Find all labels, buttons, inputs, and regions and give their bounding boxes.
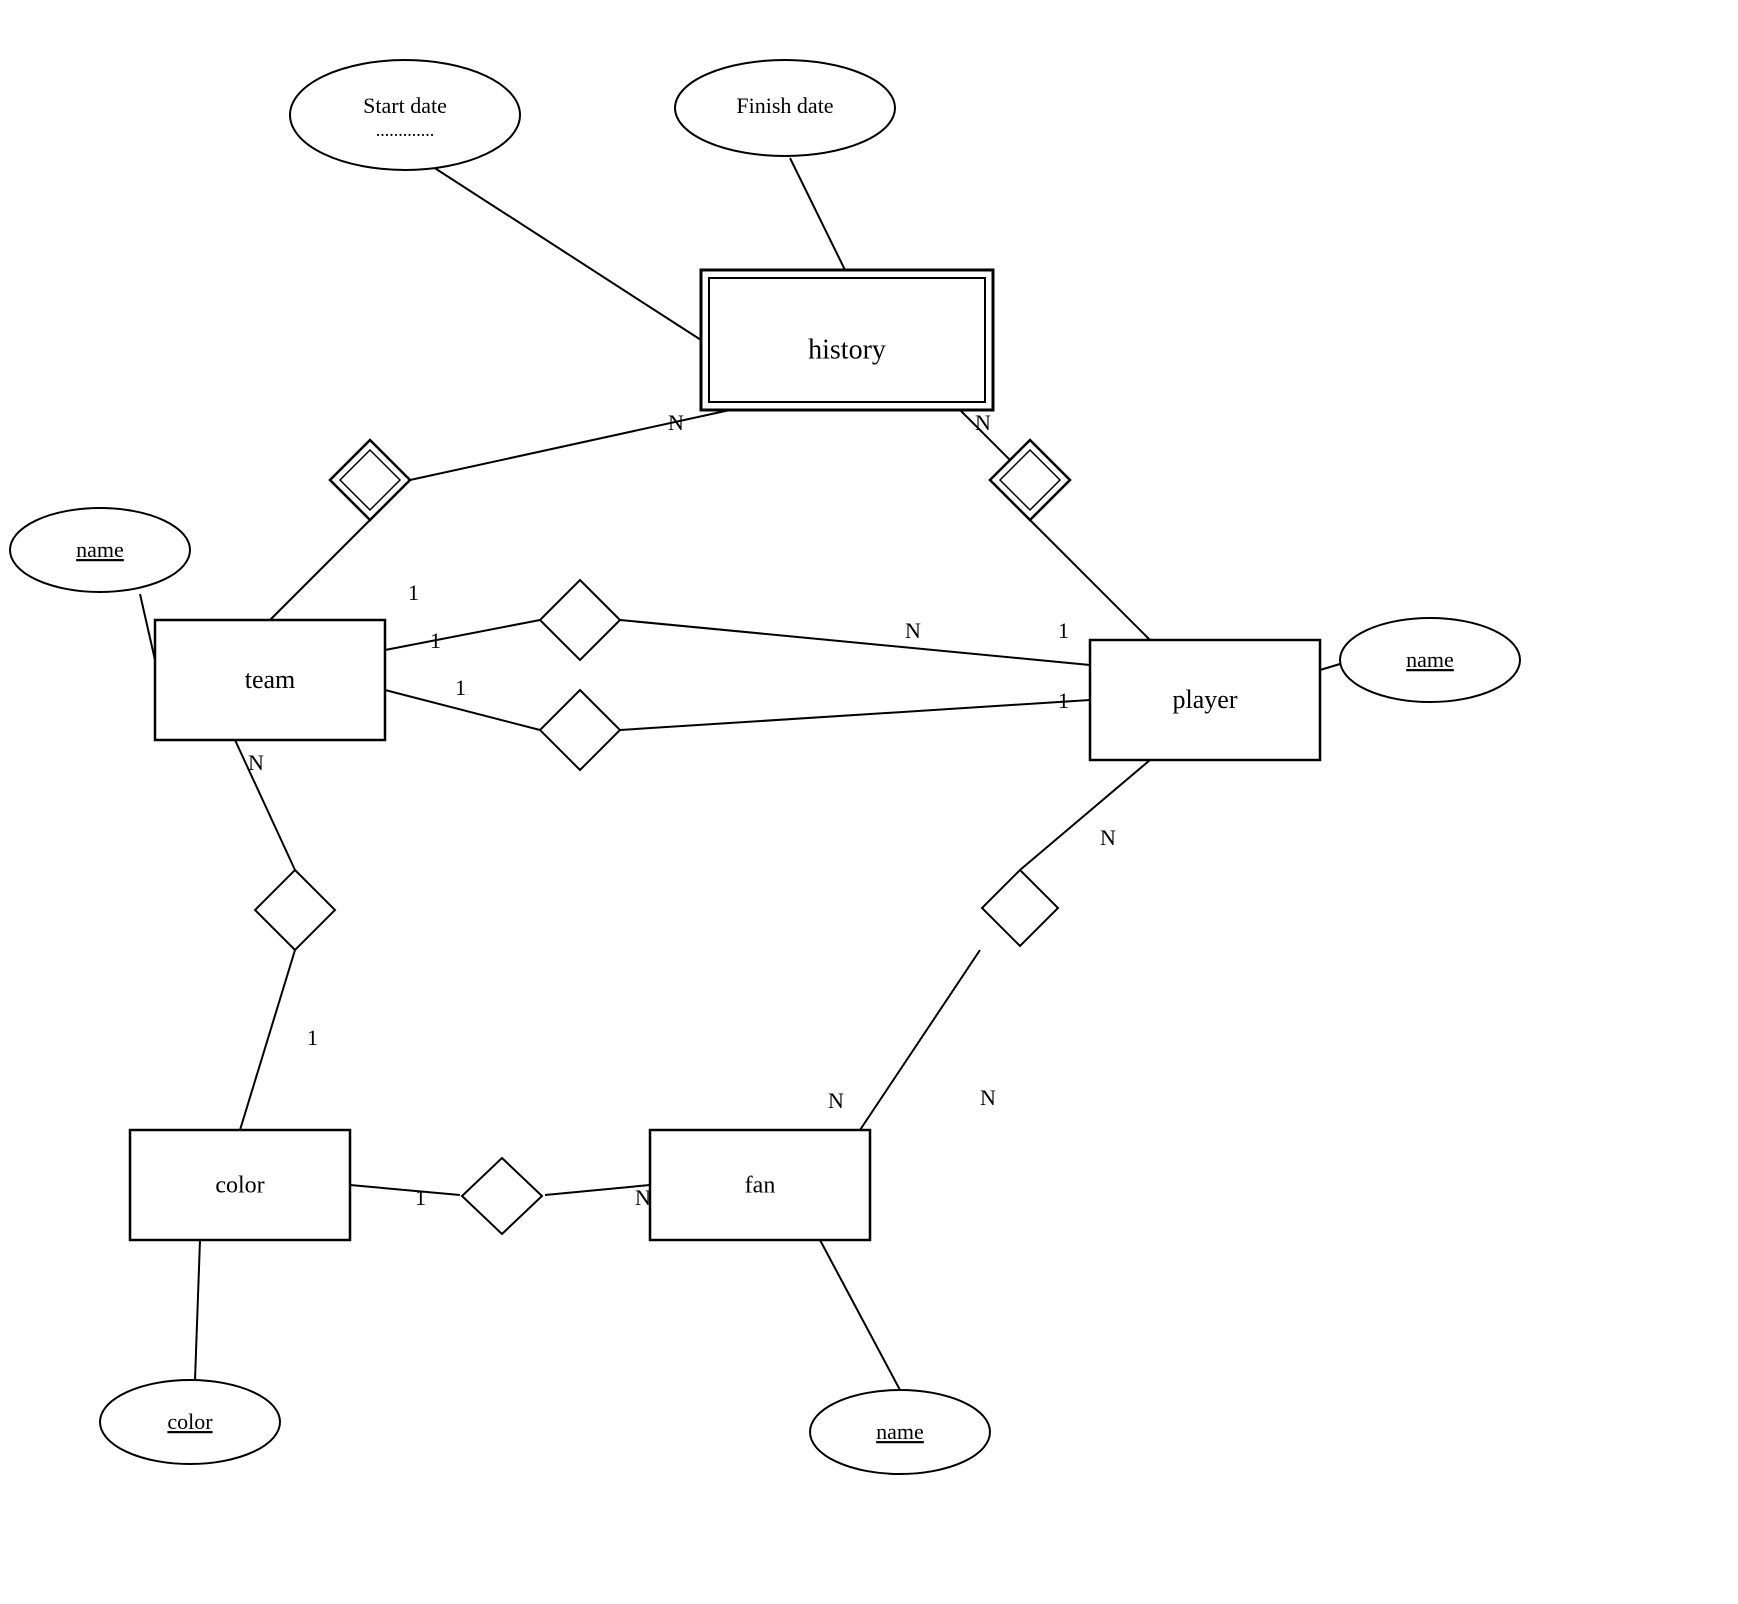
svg-text:fan: fan [745, 1173, 776, 1199]
svg-text:N: N [975, 410, 991, 435]
svg-text:N: N [1100, 825, 1116, 850]
svg-text:name: name [76, 537, 124, 562]
svg-text:N: N [905, 618, 921, 643]
svg-text:N: N [668, 410, 684, 435]
svg-text:N: N [635, 1185, 651, 1210]
svg-text:1: 1 [455, 675, 466, 700]
svg-text:name: name [1406, 647, 1454, 672]
svg-text:color: color [215, 1173, 264, 1199]
svg-text:1: 1 [408, 580, 419, 605]
diagram-svg: history team player color fan Start date… [0, 0, 1738, 1604]
diagram-container: history team player color fan Start date… [0, 0, 1738, 1604]
svg-text:N: N [248, 750, 264, 775]
svg-text:team: team [245, 665, 296, 694]
svg-text:color: color [167, 1409, 213, 1434]
svg-text:1: 1 [307, 1025, 318, 1050]
svg-text:history: history [808, 334, 886, 365]
svg-text:1: 1 [415, 1185, 426, 1210]
svg-text:1: 1 [1058, 618, 1069, 643]
svg-text:N: N [828, 1088, 844, 1113]
svg-text:1: 1 [1058, 688, 1069, 713]
svg-text:player: player [1173, 685, 1238, 714]
svg-text:Finish date: Finish date [736, 93, 833, 118]
svg-text:.............: ............. [376, 120, 435, 140]
svg-text:N: N [980, 1085, 996, 1110]
svg-text:name: name [876, 1419, 924, 1444]
svg-text:Start date: Start date [363, 93, 447, 118]
svg-text:1: 1 [430, 628, 441, 653]
